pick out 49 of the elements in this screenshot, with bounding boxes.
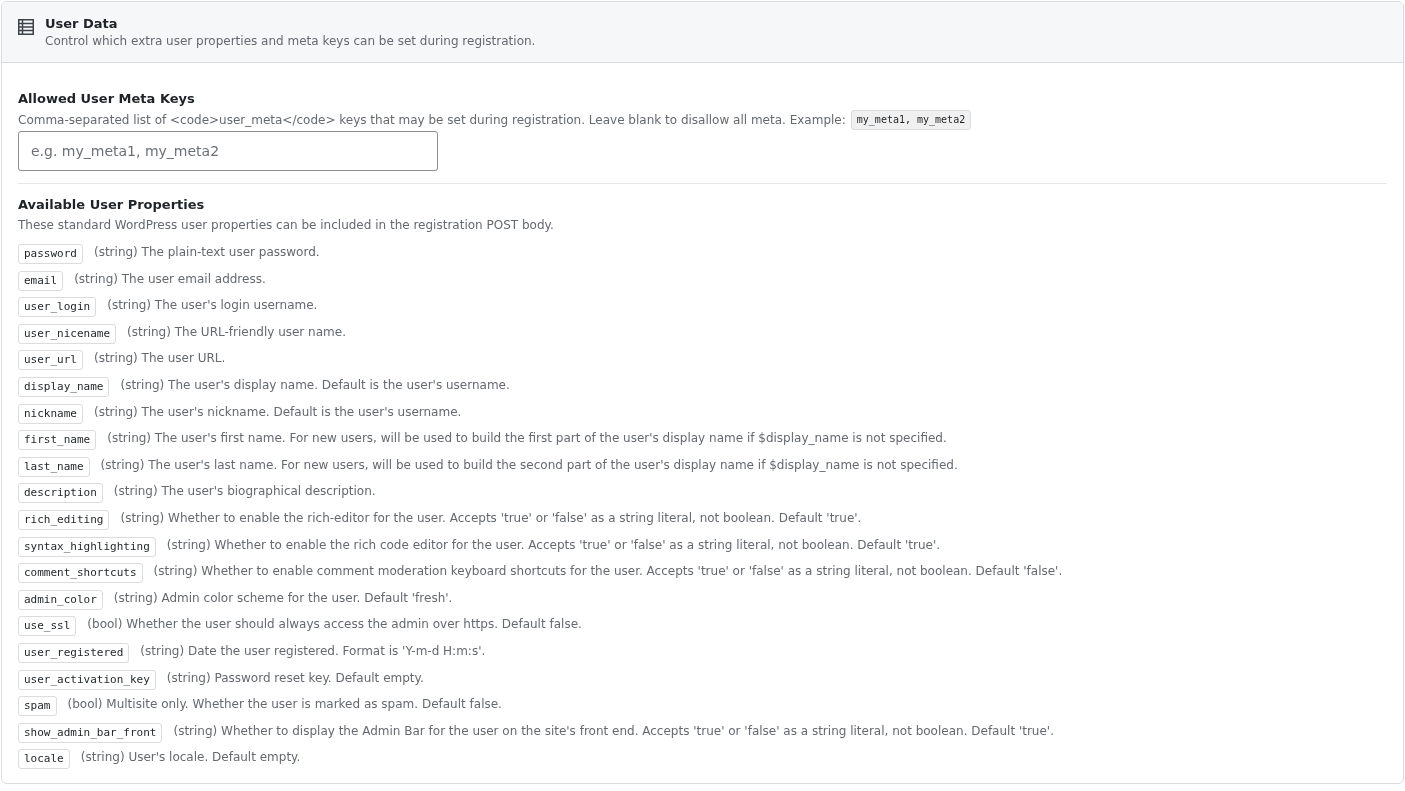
- property-key: description: [18, 483, 103, 504]
- property-description: (string) The user's first name. For new users, will be used to build the first part of the user's display name if $display_name is not specified.: [107, 430, 947, 447]
- property-key: use_ssl: [18, 616, 77, 637]
- property-key: nickname: [18, 403, 83, 424]
- property-key: email: [18, 270, 64, 291]
- property-key: syntax_highlighting: [18, 536, 156, 557]
- code-example: my_meta1, my_meta2: [850, 110, 972, 130]
- property-description: (string) The user's display name. Default is the user's username.: [120, 376, 510, 393]
- property-description: (string) Whether to enable the rich code editor for the user. Accepts 'true' or 'false' as a string literal, not boolean. Default 'true'.: [166, 536, 940, 553]
- property-key: user_url: [18, 350, 83, 371]
- property-description: (string) Whether to enable comment moderation keyboard shortcuts for the user. Accepts 'true' or 'false' as a string literal, not boolean. Default 'false'.: [153, 563, 1063, 580]
- meta-keys-input[interactable]: e.g. my_meta1, my_meta2: [18, 131, 438, 171]
- property-key: last_name: [18, 456, 90, 477]
- property-description: (string) The user email address.: [74, 270, 266, 287]
- property-key: display_name: [18, 376, 110, 397]
- property-description: (string) The user's login username.: [107, 297, 318, 314]
- property-description: (string) The user's biographical description.: [113, 483, 376, 500]
- property-key: first_name: [18, 430, 97, 451]
- property-description: (string) Whether to display the Admin Bar for the user on the site's front end. Accepts 'true' or 'false' as a string literal, not boolean. Default 'true'.: [173, 722, 1054, 739]
- section-heading: Available User Properties: [18, 196, 206, 214]
- field-label: Allowed User Meta Keys: [18, 90, 196, 108]
- property-key: password: [18, 244, 83, 264]
- property-key: admin_color: [18, 589, 103, 610]
- property-key: show_admin_bar_front: [18, 722, 163, 743]
- property-description: (string) Admin color scheme for the user. Default 'fresh'.: [113, 589, 453, 606]
- property-description: (string) The user's last name. For new users, will be used to build the second part of the user's display name if $display_name is not specified.: [100, 456, 958, 473]
- field-description: Comma-separated list of <code>user_meta</code> keys that may be set during registration. Leave blank to disallow all meta. Example:: [18, 112, 846, 128]
- property-description: (string) Whether to enable the rich-editor for the user. Accepts 'true' or 'false' as a string literal, not boolean. Default 'true'.: [120, 509, 862, 526]
- property-key: user_registered: [18, 642, 130, 663]
- property-description: (string) Password reset key. Default empty.: [166, 669, 424, 686]
- table-icon: [18, 19, 34, 35]
- property-key: locale: [18, 749, 70, 770]
- property-key: user_activation_key: [18, 669, 156, 690]
- card-title: User Data: [45, 15, 119, 33]
- property-key: rich_editing: [18, 509, 110, 530]
- property-description: (bool) Whether the user should always access the admin over https. Default false.: [87, 616, 582, 633]
- property-description: (string) The plain-text user password.: [94, 244, 320, 260]
- property-description: (string) The user's nickname. Default is the user's username.: [94, 403, 462, 420]
- property-description: (string) The user URL.: [94, 350, 226, 367]
- property-key: comment_shortcuts: [18, 563, 143, 584]
- property-description: (string) The URL-friendly user name.: [127, 323, 346, 340]
- property-description: (bool) Multisite only. Whether the user is marked as spam. Default false.: [67, 696, 502, 713]
- property-key: user_nicename: [18, 323, 117, 344]
- property-key: user_login: [18, 297, 97, 318]
- property-description: (string) Date the user registered. Format is 'Y-m-d H:m:s'.: [140, 642, 486, 659]
- section-description: These standard WordPress user properties can be included in the registration POST body.: [18, 217, 555, 233]
- property-key: spam: [18, 696, 57, 717]
- property-description: (string) User's locale. Default empty.: [80, 749, 301, 766]
- card-subtitle: Control which extra user properties and meta keys can be set during registration.: [45, 33, 536, 49]
